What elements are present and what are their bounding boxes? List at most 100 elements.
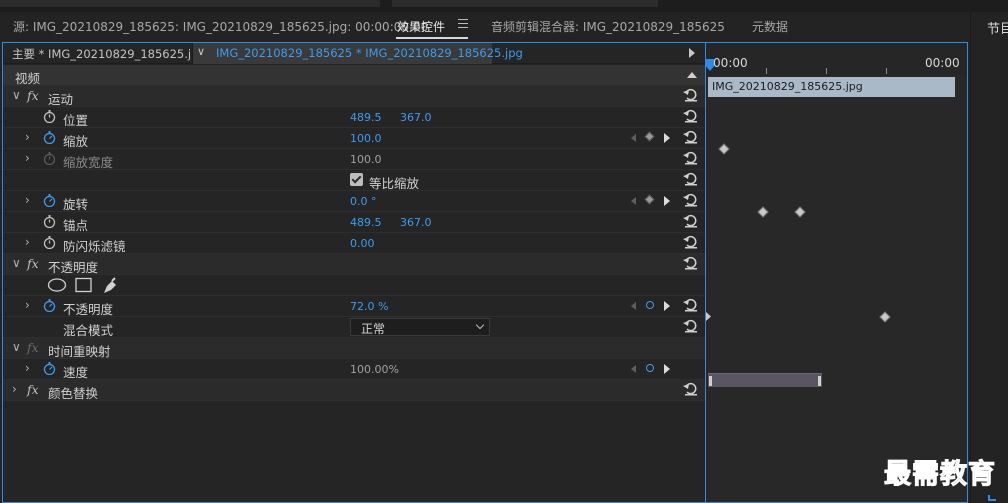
expand-caret-icon[interactable]: › xyxy=(12,382,17,396)
blend-mode-select[interactable]: 正常 xyxy=(350,318,490,336)
next-keyframe-icon[interactable] xyxy=(664,133,670,143)
stopwatch-active-icon[interactable] xyxy=(43,299,56,312)
pen-mask-icon[interactable] xyxy=(101,277,119,295)
speed-value[interactable]: 100.00% xyxy=(350,363,399,376)
anchor-x-value[interactable]: 489.5 xyxy=(350,216,382,229)
reset-icon[interactable] xyxy=(683,88,699,102)
reset-icon[interactable] xyxy=(683,214,699,228)
opacity-row: › 不透明度 72.0 % xyxy=(3,296,705,317)
speed-label: 速度 xyxy=(63,365,89,380)
rectangle-mask-icon[interactable] xyxy=(75,277,93,293)
expand-caret-icon[interactable]: ∨ xyxy=(12,88,21,102)
fx-badge-icon[interactable]: fx xyxy=(27,256,39,271)
reset-icon[interactable] xyxy=(683,319,699,333)
stopwatch-active-icon[interactable] xyxy=(43,131,56,144)
expand-caret-icon[interactable]: › xyxy=(25,361,30,375)
sequence-clip-label: IMG_20210829_185625 * IMG_20210829_18562… xyxy=(216,46,523,60)
stopwatch-disabled-icon xyxy=(43,152,56,165)
tab-metadata[interactable]: 元数据 xyxy=(752,18,788,35)
effect-properties-pane: 主要 * IMG_20210829_185625.jpg ∨ IMG_20210… xyxy=(3,43,705,502)
position-label: 位置 xyxy=(63,113,89,128)
reset-icon[interactable] xyxy=(683,109,699,123)
add-keyframe-icon[interactable] xyxy=(646,364,654,372)
stopwatch-icon[interactable] xyxy=(43,215,56,228)
stopwatch-icon[interactable] xyxy=(43,236,56,249)
fx-badge-icon[interactable]: fx xyxy=(27,88,39,103)
reset-icon[interactable] xyxy=(683,172,699,186)
prev-keyframe-icon[interactable] xyxy=(631,365,636,373)
time-ruler[interactable]: :00:00 00:00 xyxy=(706,43,967,75)
reset-icon[interactable] xyxy=(683,151,699,165)
reset-icon[interactable] xyxy=(683,193,699,207)
expand-caret-icon[interactable]: › xyxy=(25,151,30,165)
color-replace-effect-row[interactable]: › fx 颜色替换 xyxy=(3,380,705,401)
fx-badge-icon[interactable]: fx xyxy=(27,382,39,397)
rotation-row: › 旋转 0.0 ° xyxy=(3,191,705,212)
keyframe-timeline[interactable]: :00:00 00:00 IMG_20210829_185625.jpg xyxy=(706,43,967,502)
scale-row: › 缩放 100.0 xyxy=(3,128,705,149)
opacity-keyframe-edge[interactable] xyxy=(706,312,711,321)
next-keyframe-icon[interactable] xyxy=(664,196,670,206)
stopwatch-active-icon[interactable] xyxy=(43,194,56,207)
timeline-clip[interactable]: IMG_20210829_185625.jpg xyxy=(708,77,955,97)
rotation-keyframe[interactable] xyxy=(794,206,806,218)
opacity-effect-row[interactable]: ∨ fx 不透明度 xyxy=(3,254,705,275)
add-keyframe-icon[interactable] xyxy=(646,301,654,309)
ruler-tick xyxy=(766,68,767,74)
stopwatch-icon[interactable] xyxy=(43,110,56,123)
expand-caret-icon[interactable]: ∨ xyxy=(12,256,21,270)
expand-caret-icon[interactable]: ∨ xyxy=(12,340,21,354)
opacity-value[interactable]: 72.0 % xyxy=(350,300,388,313)
ruler-tick xyxy=(826,68,827,74)
speed-handle-end[interactable] xyxy=(818,376,821,386)
time-remap-effect-row[interactable]: ∨ fx 时间重映射 xyxy=(3,338,705,359)
stopwatch-active-icon[interactable] xyxy=(43,362,56,375)
panel-menu-icon[interactable] xyxy=(458,19,468,28)
collapse-up-icon[interactable] xyxy=(687,72,697,79)
rotation-keyframe[interactable] xyxy=(757,206,769,218)
scale-width-value: 100.0 xyxy=(350,153,382,166)
time-remap-label: 时间重映射 xyxy=(48,344,111,359)
video-header-row: 视频 xyxy=(3,65,705,86)
anti-flicker-value[interactable]: 0.00 xyxy=(350,237,375,250)
tab-effect-controls[interactable]: 效果控件 xyxy=(397,18,445,35)
show-timeline-toggle-icon[interactable] xyxy=(689,48,695,58)
tab-source[interactable]: 源: IMG_20210829_185625: IMG_20210829_185… xyxy=(13,18,428,35)
prev-keyframe-icon[interactable] xyxy=(631,302,636,310)
reset-icon[interactable] xyxy=(683,298,699,312)
uniform-scale-checkbox[interactable] xyxy=(350,173,363,186)
expand-caret-icon[interactable]: › xyxy=(25,235,30,249)
tab-audio-clip-mixer[interactable]: 音频剪辑混合器: IMG_20210829_185625 xyxy=(491,18,725,35)
prev-keyframe-icon[interactable] xyxy=(631,134,636,142)
anchor-y-value[interactable]: 367.0 xyxy=(400,216,432,229)
motion-effect-row[interactable]: ∨ fx 运动 xyxy=(3,86,705,107)
ellipse-mask-icon[interactable] xyxy=(47,277,67,293)
add-keyframe-icon[interactable] xyxy=(644,194,655,205)
anchor-point-row: 锚点 489.5 367.0 xyxy=(3,212,705,233)
video-section-label: 视频 xyxy=(15,71,41,86)
tab-program[interactable]: 节目 xyxy=(987,18,1008,37)
position-x-value[interactable]: 489.5 xyxy=(350,111,382,124)
add-keyframe-icon[interactable] xyxy=(644,131,655,142)
scale-value[interactable]: 100.0 xyxy=(350,132,382,145)
sequence-clip-selector[interactable]: ∨ IMG_20210829_185625 * IMG_20210829_185… xyxy=(192,43,523,64)
position-y-value[interactable]: 367.0 xyxy=(400,111,432,124)
next-keyframe-icon[interactable] xyxy=(664,301,670,311)
reset-icon[interactable] xyxy=(683,382,699,396)
master-clip-label[interactable]: 主要 * IMG_20210829_185625.jpg xyxy=(12,46,206,62)
rotation-value[interactable]: 0.0 ° xyxy=(350,195,377,208)
opacity-keyframe[interactable] xyxy=(879,311,891,323)
time-ruler-start: :00:00 xyxy=(709,56,748,70)
reset-icon[interactable] xyxy=(683,235,699,249)
expand-caret-icon[interactable]: › xyxy=(25,130,30,144)
next-keyframe-icon[interactable] xyxy=(664,364,670,374)
reset-icon[interactable] xyxy=(683,130,699,144)
prev-keyframe-icon[interactable] xyxy=(631,197,636,205)
scale-keyframe[interactable] xyxy=(718,143,730,155)
speed-rubber-band[interactable] xyxy=(708,373,822,387)
corner-bracket-icon xyxy=(988,495,996,501)
expand-caret-icon[interactable]: › xyxy=(25,193,30,207)
reset-icon[interactable] xyxy=(683,256,699,270)
speed-handle-start[interactable] xyxy=(709,376,712,386)
expand-caret-icon[interactable]: › xyxy=(25,298,30,312)
